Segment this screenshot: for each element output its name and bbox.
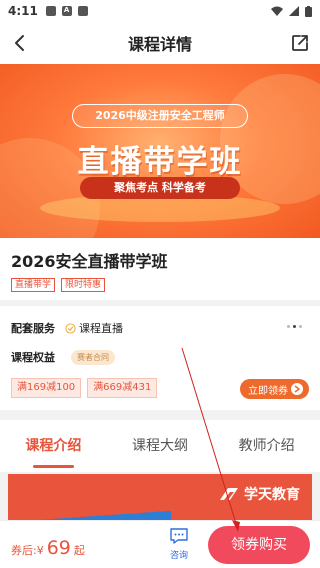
course-tags: 直播带学 限时特惠 <box>11 278 309 292</box>
bottom-bar: 券后: ¥ 69 起 咨询 领券购买 <box>0 520 320 568</box>
brand-name: 学天教育 <box>244 487 300 503</box>
coupon-item[interactable]: 满169减100 <box>11 378 82 398</box>
banner-subtitle: 2026中级注册安全工程师 <box>72 104 248 128</box>
page-title: 课程详情 <box>127 35 192 54</box>
consult-label: 咨询 <box>169 551 188 561</box>
price-display: 券后: ¥ 69 起 <box>11 537 85 559</box>
currency-symbol: ¥ <box>36 544 44 557</box>
service-label: 配套服务 <box>11 322 55 335</box>
more-dots-icon[interactable] <box>287 325 302 328</box>
tab-intro[interactable]: 课程介绍 <box>0 420 107 472</box>
course-tag: 限时特惠 <box>61 278 106 292</box>
detail-tabs: 课程介绍 课程大纲 教师介绍 <box>0 420 320 472</box>
course-banner: 2026中级注册安全工程师 直播带学班 聚焦考点 科学备考 <box>0 64 320 238</box>
battery-icon <box>305 5 312 17</box>
chat-icon <box>170 528 188 544</box>
claim-coupon-button[interactable]: 立即领券 <box>240 379 309 399</box>
brand-logo: 学天教育 <box>218 484 300 504</box>
chevron-left-icon[interactable] <box>8 31 32 55</box>
price-value: 69 <box>46 537 71 559</box>
top-navbar: 课程详情 <box>0 22 320 64</box>
services-panel: 配套服务 课程直播 课程权益 赛者合同 满169减100 满669减431 立即… <box>0 306 320 410</box>
service-item: 课程直播 <box>79 322 123 335</box>
status-bar: 4:11 <box>0 0 320 22</box>
rights-row: 课程权益 赛者合同 <box>11 349 115 365</box>
arrow-right-icon <box>291 383 303 395</box>
status-time: 4:11 <box>8 4 38 18</box>
buy-with-coupon-button[interactable]: 领券购买 <box>208 526 310 564</box>
banner-headline: 直播带学班 <box>77 144 243 180</box>
banner-tagline: 聚焦考点 科学备考 <box>80 177 240 199</box>
tab-teachers[interactable]: 教师介绍 <box>213 420 320 472</box>
service-row: 配套服务 课程直播 <box>11 320 123 336</box>
consult-button[interactable]: 咨询 <box>166 527 192 561</box>
course-tag: 直播带学 <box>11 278 56 292</box>
check-circle-icon <box>65 322 76 334</box>
notification-icon <box>45 6 56 16</box>
course-title: 2026安全直播带学班 <box>11 252 168 271</box>
share-icon[interactable] <box>288 31 312 55</box>
price-suffix: 起 <box>73 544 85 557</box>
brand-logo-icon <box>220 488 238 500</box>
price-prefix: 券后: <box>11 544 37 557</box>
rights-tag: 赛者合同 <box>71 349 115 365</box>
wifi-icon <box>271 6 283 16</box>
coupon-item[interactable]: 满669减431 <box>87 378 158 398</box>
claim-label: 立即领券 <box>248 385 288 397</box>
signal-icon <box>289 6 299 16</box>
tab-syllabus[interactable]: 课程大纲 <box>107 420 214 472</box>
app-notification-icon <box>61 6 72 16</box>
rights-label: 课程权益 <box>11 351 55 364</box>
notification-icon-2 <box>77 6 88 16</box>
course-info: 2026安全直播带学班 直播带学 限时特惠 <box>0 238 320 300</box>
coupon-list: 满169减100 满669减431 <box>11 378 158 398</box>
